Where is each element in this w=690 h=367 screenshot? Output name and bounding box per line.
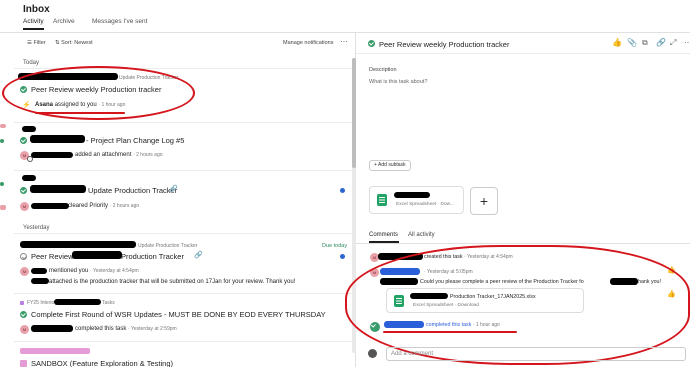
spreadsheet-icon <box>377 194 387 206</box>
item-divider <box>14 170 352 171</box>
more-icon[interactable]: ⋯ <box>684 38 690 47</box>
section-today: Today <box>23 60 40 66</box>
header-divider <box>0 32 690 33</box>
completed-check-icon <box>20 137 27 144</box>
filter-button[interactable]: ☰ Filter <box>27 40 46 46</box>
paperclip-icon: 🔗 <box>194 252 203 259</box>
redacted-text <box>31 152 73 158</box>
partial-avatar <box>0 205 6 210</box>
redacted-text <box>72 251 122 259</box>
redacted-text <box>394 192 430 198</box>
avatar: M <box>20 267 29 276</box>
tab-activity[interactable]: Activity <box>23 18 44 25</box>
task-title-suffix: Production Tracker <box>121 252 184 261</box>
add-attachment-button[interactable]: + <box>470 187 498 215</box>
redacted-text <box>31 203 69 209</box>
section-yesterday: Yesterday <box>23 225 50 231</box>
action-text: cleared Priority <box>68 203 109 209</box>
detail-header-divider <box>356 53 690 54</box>
avatar: M <box>20 202 29 211</box>
tab-messages-sent[interactable]: Messages I've sent <box>92 18 147 25</box>
project-suffix: Tasks <box>102 300 115 306</box>
completed-check-icon <box>20 311 27 318</box>
sort-label: Sort: Newest <box>61 40 93 46</box>
action-text: added an attachment <box>75 152 132 158</box>
activity-line: cleared Priority · 2 hours ago <box>68 203 139 209</box>
description-field[interactable]: What is this task about? <box>369 79 427 85</box>
due-date: Due today <box>322 243 348 249</box>
unread-dot <box>340 188 345 193</box>
detail-title: Peer Review weekly Production tracker <box>379 40 510 49</box>
subtask-icon[interactable]: ⧉ <box>642 38 648 48</box>
timestamp: · 2 hours ago <box>109 203 140 209</box>
filter-label: Filter <box>33 40 46 46</box>
redacted-text <box>54 299 101 305</box>
action-text: mentioned you <box>49 268 89 274</box>
timestamp: · 2 hours ago <box>133 152 163 158</box>
comment-preview: attached is the production tracker that … <box>49 279 296 285</box>
partial-avatar <box>0 124 6 128</box>
project-color-icon <box>20 301 24 305</box>
timestamp: · Yesterday at 2:59pm <box>128 326 177 332</box>
redacted-text <box>30 135 85 143</box>
redacted-text <box>31 325 73 332</box>
project-line: Update Production Tracker <box>138 243 198 249</box>
description-label: Description <box>369 67 397 73</box>
attachment-card[interactable]: Excel Spreadsheet · Dow... <box>369 186 464 214</box>
activity-line: completed this task · Yesterday at 2:59p… <box>75 326 177 332</box>
more-options-button[interactable]: ··· <box>340 37 348 46</box>
attachment-type: Excel Spreadsheet · Dow... <box>396 202 454 207</box>
task-complete-check-icon[interactable] <box>368 40 375 47</box>
task-title: SANDBOX (Feature Exploration & Testing) <box>31 359 174 367</box>
link-icon[interactable]: 🔗 <box>656 38 666 47</box>
unread-dot <box>340 254 345 259</box>
comment-input[interactable]: Add a comment <box>386 347 686 361</box>
task-title: Complete First Round of WSR Updates - MU… <box>31 310 326 319</box>
redacted-text <box>20 241 136 248</box>
project-color-icon <box>20 360 27 367</box>
redacted-text <box>20 348 90 354</box>
task-title-prefix: Peer Review <box>31 252 74 261</box>
item-divider <box>14 341 352 342</box>
activity-line: mentioned you · Yesterday at 4:54pm <box>49 268 139 274</box>
project-prefix: FY25 Interio <box>27 300 55 306</box>
active-tab-indicator <box>23 28 44 30</box>
redacted-text <box>22 126 36 132</box>
avatar <box>368 349 377 358</box>
completed-check-icon <box>20 187 27 194</box>
partial-check-icon <box>0 182 4 186</box>
inbox-scrollbar-thumb[interactable] <box>352 58 356 168</box>
tab-all-activity[interactable]: All activity <box>408 232 435 238</box>
tab-comments[interactable]: Comments <box>369 232 398 238</box>
activity-line: added an attachment · 2 hours ago <box>75 152 163 158</box>
task-title: Update Production Tracker <box>88 186 178 195</box>
action-text: completed this task <box>75 326 127 332</box>
item-divider <box>14 293 352 294</box>
thumbs-up-icon[interactable]: 👍 <box>612 38 622 47</box>
partial-check-icon <box>0 139 4 143</box>
page-title: Inbox <box>23 4 50 15</box>
redacted-text <box>30 185 86 193</box>
tab-archive[interactable]: Archive <box>53 18 75 25</box>
incomplete-check-icon <box>20 253 27 260</box>
redacted-text <box>31 278 49 284</box>
redacted-text <box>31 268 47 274</box>
manage-notifications-button[interactable]: Manage notifications <box>283 40 333 46</box>
comment-divider <box>356 243 690 244</box>
attachment-icon[interactable]: 📎 <box>627 38 637 47</box>
redacted-text <box>22 175 36 181</box>
section-divider <box>14 233 352 234</box>
avatar: M <box>20 325 29 334</box>
sort-button[interactable]: ⇅ Sort: Newest <box>55 40 93 46</box>
task-title: - Project Plan Change Log #5 <box>86 136 185 145</box>
red-annotation-underline <box>35 112 125 114</box>
paperclip-icon: 🔗 <box>169 186 178 193</box>
expand-icon[interactable]: ⤢ <box>670 38 676 48</box>
item-divider <box>14 122 352 123</box>
timestamp: · Yesterday at 4:54pm <box>90 268 139 274</box>
add-subtask-button[interactable]: + Add subtask <box>369 160 411 171</box>
